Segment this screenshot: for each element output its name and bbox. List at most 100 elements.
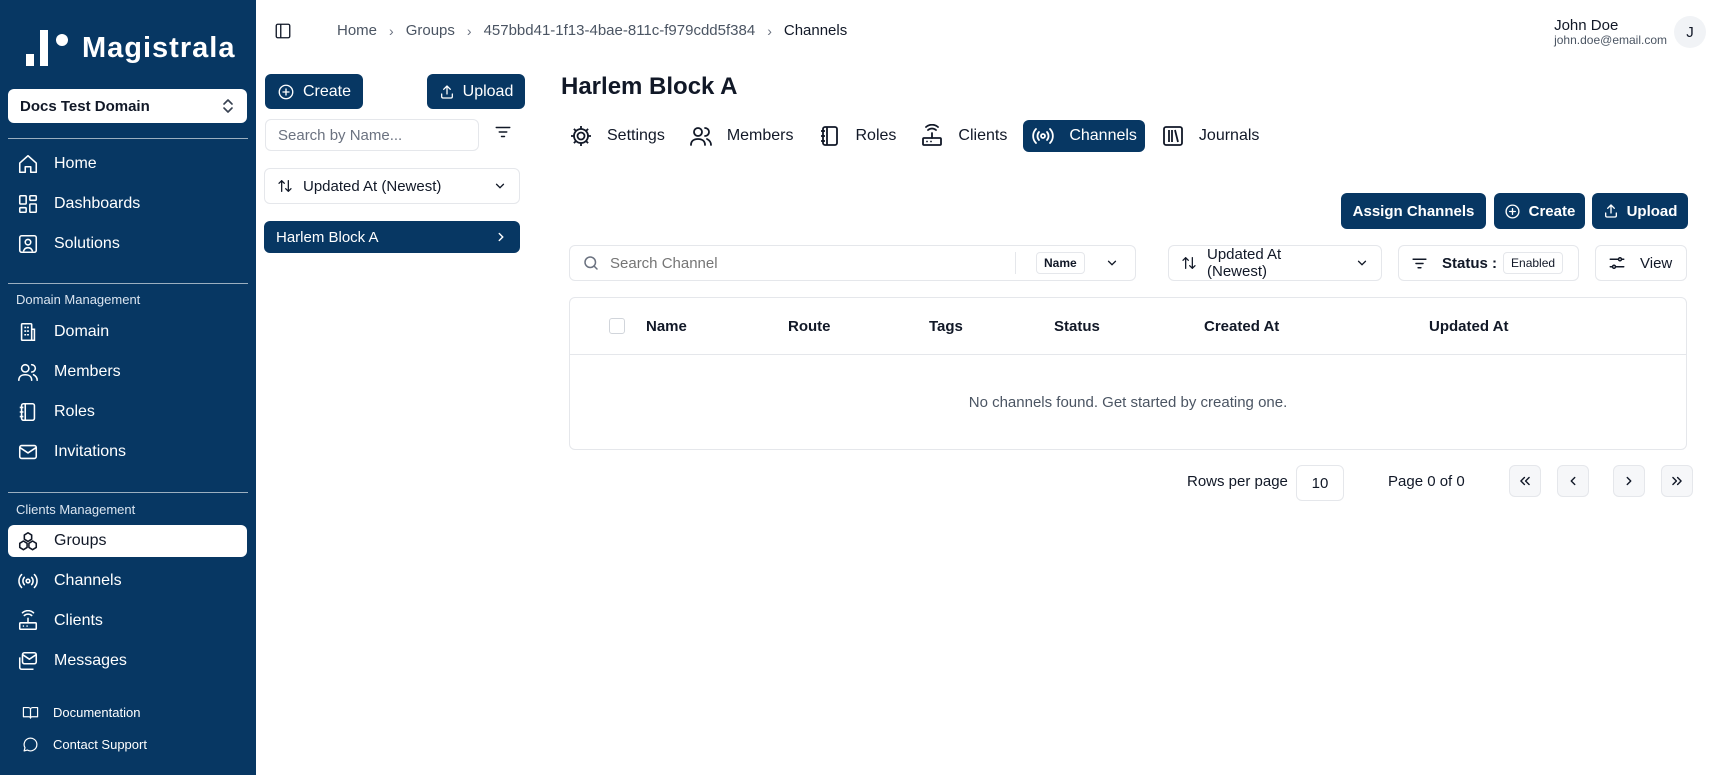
channels-table: Name Route Tags Status Created At Update… [569,297,1687,450]
chevron-down-icon [1355,256,1369,270]
chevron-right-icon [1622,474,1636,488]
tab-journals[interactable]: Journals [1153,120,1267,152]
tab-label: Roles [855,127,897,144]
tab-settings[interactable]: Settings [561,120,673,152]
breadcrumb-groups[interactable]: Groups [406,22,455,39]
breadcrumb: Home › Groups › 457bbd41-1f13-4bae-811c-… [337,22,847,39]
plus-circle-icon [1504,203,1521,220]
sidebar-item-label: Solutions [54,235,120,252]
sidebar-toggle-icon[interactable] [274,22,292,40]
sidebar-item-domain[interactable]: Domain [8,316,247,348]
brand-name: Magistrala [82,31,236,64]
chevron-down-icon [493,179,507,193]
rows-per-page-select[interactable]: 10 [1296,465,1344,501]
tab-clients[interactable]: Clients [912,120,1015,152]
group-upload-label: Upload [462,82,514,100]
search-field-select[interactable]: Name [1016,252,1119,274]
tab-label: Settings [607,127,665,144]
channel-upload-button[interactable]: Upload [1592,193,1688,229]
sidebar-item-clients[interactable]: Clients [8,605,247,637]
sidebar-item-label: Messages [54,652,127,669]
sidebar-item-label: Channels [54,572,122,589]
sidebar-item-invitations[interactable]: Invitations [8,436,247,468]
group-upload-button[interactable]: Upload [427,74,525,109]
group-search-input[interactable] [278,120,466,150]
user-info[interactable]: John Doe john.doe@email.com [1554,17,1667,47]
book-open-icon [22,704,39,721]
column-header-updated-at[interactable]: Updated At [1429,318,1508,335]
chevron-down-icon [1105,256,1119,270]
group-list-item[interactable]: Harlem Block A [264,221,520,253]
sidebar-item-members[interactable]: Members [8,356,247,388]
select-all-checkbox[interactable] [609,318,625,334]
column-header-created-at[interactable]: Created At [1204,318,1279,335]
avatar[interactable]: J [1674,16,1706,48]
sidebar-divider [8,283,248,284]
sidebar-link-documentation[interactable]: Documentation [22,704,140,721]
sidebar-item-label: Domain [54,323,110,340]
channel-search-input[interactable] [610,254,1015,272]
domain-switcher[interactable]: Docs Test Domain [8,89,247,123]
sidebar-item-label: Roles [54,403,95,420]
next-page-button[interactable] [1613,465,1645,497]
last-page-button[interactable] [1661,465,1693,497]
view-options-label: View [1640,254,1673,272]
users-icon [16,360,40,384]
sidebar-item-home[interactable]: Home [8,148,247,180]
column-header-tags[interactable]: Tags [929,318,963,335]
sidebar-item-dashboards[interactable]: Dashboards [8,188,247,220]
filter-lines-icon[interactable] [494,124,512,140]
sidebar-link-contact-support[interactable]: Contact Support [22,736,147,753]
users-icon [689,124,713,148]
tab-channels[interactable]: Channels [1023,120,1145,152]
group-create-label: Create [302,82,352,100]
upload-icon [1603,203,1619,219]
channel-create-label: Create [1528,202,1576,220]
tab-roles[interactable]: Roles [810,120,905,152]
breadcrumb-current: Channels [783,22,848,39]
breadcrumb-home[interactable]: Home [337,22,377,39]
first-page-button[interactable] [1509,465,1541,497]
column-header-status[interactable]: Status [1054,318,1100,335]
channel-sort-select[interactable]: Updated At (Newest) [1168,245,1382,281]
sidebar-item-solutions[interactable]: Solutions [8,228,247,260]
column-header-name[interactable]: Name [646,318,687,335]
journals-icon [1161,124,1185,148]
chevron-right-icon: › [767,22,772,39]
column-header-route[interactable]: Route [788,318,831,335]
tab-label: Clients [958,127,1008,144]
search-field-chip: Name [1036,252,1085,274]
view-options-button[interactable]: View [1595,245,1687,281]
channel-create-button[interactable]: Create [1494,193,1585,229]
breadcrumb-group-id[interactable]: 457bbd41-1f13-4bae-811c-f979cdd5f384 [484,22,756,39]
tab-members[interactable]: Members [681,120,802,152]
filter-lines-icon [1411,256,1428,271]
group-search-field[interactable] [265,119,479,151]
brand-logo[interactable]: Magistrala [26,28,235,68]
tab-label: Channels [1069,127,1137,144]
solutions-icon [16,232,40,256]
previous-page-button[interactable] [1557,465,1589,497]
sidebar-section-domain: Domain Management [16,292,141,307]
sidebar-item-groups[interactable]: Groups [8,525,247,557]
sidebar-item-roles[interactable]: Roles [8,396,247,428]
sidebar-link-label: Documentation [53,705,141,720]
user-email: john.doe@email.com [1554,33,1667,47]
mail-icon [16,440,40,464]
gear-icon [569,124,593,148]
sidebar-item-messages[interactable]: Messages [8,645,247,677]
assign-channels-label: Assign Channels [1352,202,1475,220]
sidebar-item-channels[interactable]: Channels [8,565,247,597]
radio-icon [1031,124,1055,148]
group-create-button[interactable]: Create [265,74,363,109]
group-sort-select[interactable]: Updated At (Newest) [264,168,520,204]
sidebar: Magistrala Docs Test Domain Home Dashboa… [0,0,256,775]
assign-channels-button[interactable]: Assign Channels [1341,193,1486,229]
roles-book-icon [818,124,842,148]
status-filter-value: Enabled [1503,252,1564,274]
channel-search-bar[interactable]: Name [569,245,1136,281]
status-filter-label: Status : [1442,254,1498,272]
chevrons-right-icon [1670,474,1684,488]
router-icon [920,124,944,148]
status-filter[interactable]: Status : Enabled [1398,245,1579,281]
